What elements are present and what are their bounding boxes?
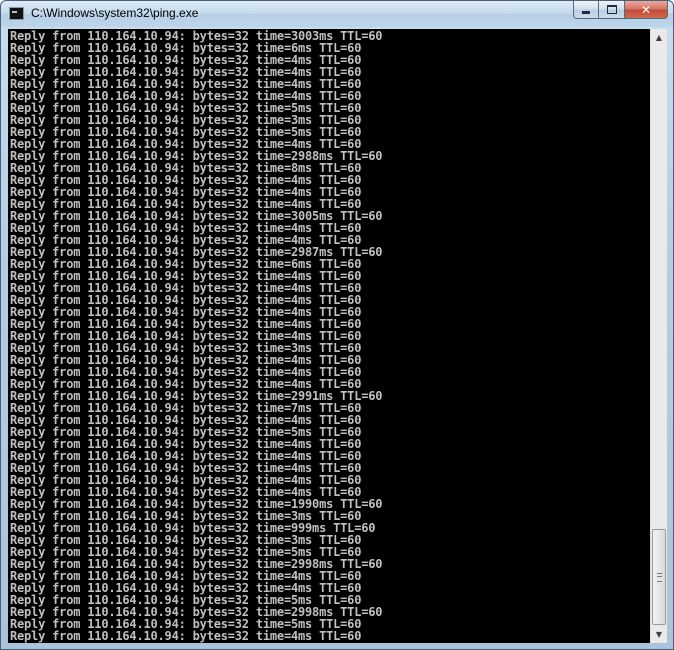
title-bar[interactable]: C:\Windows\system32\ping.exe ✕ [1,1,673,27]
vertical-scrollbar[interactable]: ▲ ▼ [650,29,667,643]
maximize-icon [606,5,617,14]
window-title: C:\Windows\system32\ping.exe [31,6,199,20]
console-line: Reply from 110.164.10.94: bytes=32 time=… [10,629,362,643]
console-output[interactable]: Reply from 110.164.10.94: bytes=32 time=… [8,29,650,643]
maximize-button[interactable] [599,1,625,19]
close-icon: ✕ [640,2,652,17]
scroll-up-arrow-icon[interactable]: ▲ [651,29,667,46]
grip-icon [657,573,662,582]
minimize-button[interactable] [573,1,599,19]
scroll-down-arrow-icon[interactable]: ▼ [651,626,667,643]
caption-buttons: ✕ [573,1,668,20]
close-button[interactable]: ✕ [625,1,668,19]
minimize-icon [582,11,590,14]
console-window: C:\Windows\system32\ping.exe ✕ Reply fro… [0,0,674,650]
console-app-icon[interactable] [9,7,24,20]
console-lines: Reply from 110.164.10.94: bytes=32 time=… [10,30,383,643]
scrollbar-thumb[interactable] [652,529,666,625]
